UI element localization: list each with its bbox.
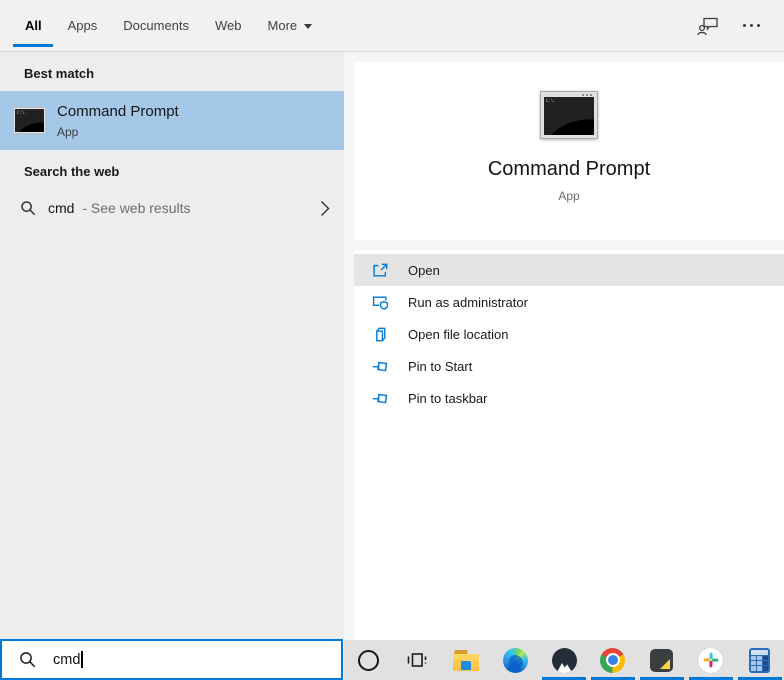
file-location-icon bbox=[372, 326, 389, 343]
more-options-button[interactable] bbox=[743, 24, 760, 27]
tab-web[interactable]: Web bbox=[215, 0, 242, 51]
tab-web-label: Web bbox=[215, 18, 242, 33]
web-query: cmd bbox=[48, 200, 74, 216]
action-file-location-label: Open file location bbox=[408, 327, 508, 342]
tab-apps-label: Apps bbox=[68, 18, 98, 33]
command-prompt-icon bbox=[13, 107, 46, 134]
action-pin-start-label: Pin to Start bbox=[408, 359, 472, 374]
filter-tabs: All Apps Documents Web More bbox=[0, 0, 312, 51]
action-pin-to-taskbar[interactable]: Pin to taskbar bbox=[354, 382, 784, 414]
search-filter-bar: All Apps Documents Web More bbox=[0, 0, 784, 52]
best-match-title: Command Prompt bbox=[57, 103, 179, 120]
best-match-text: Command Prompt App bbox=[57, 103, 179, 139]
taskbar-chrome-button[interactable] bbox=[588, 640, 637, 680]
search-icon bbox=[19, 651, 36, 668]
text-cursor bbox=[81, 651, 82, 668]
taskbar-vpn-app-button[interactable] bbox=[540, 640, 589, 680]
taskbar-notes-app-button[interactable] bbox=[637, 640, 686, 680]
slack-icon bbox=[698, 648, 723, 673]
web-result-text: cmd - See web results bbox=[48, 200, 320, 216]
pin-icon bbox=[372, 358, 389, 375]
tab-all-label: All bbox=[25, 18, 42, 33]
windows-search-flyout: All Apps Documents Web More bbox=[0, 0, 784, 680]
preview-subtitle: App bbox=[558, 189, 579, 203]
results-panel: Best match Command Prompt App Search the… bbox=[0, 52, 344, 639]
tab-documents[interactable]: Documents bbox=[123, 0, 189, 51]
search-web-header: Search the web bbox=[0, 150, 344, 179]
chevron-down-icon bbox=[304, 24, 312, 29]
command-prompt-icon bbox=[540, 91, 598, 139]
chevron-right-icon bbox=[320, 200, 330, 217]
chrome-icon bbox=[600, 648, 625, 673]
action-pin-to-start[interactable]: Pin to Start bbox=[354, 350, 784, 382]
taskbar-slack-button[interactable] bbox=[686, 640, 735, 680]
selected-tab-underline bbox=[13, 44, 53, 47]
search-input-value: cmd bbox=[53, 652, 80, 668]
tab-all[interactable]: All bbox=[25, 0, 42, 51]
taskbar-edge-button[interactable] bbox=[491, 640, 540, 680]
taskbar-task-view-button[interactable] bbox=[393, 640, 442, 680]
best-match-header: Best match bbox=[0, 52, 344, 81]
taskbar bbox=[344, 640, 784, 680]
topbar-actions bbox=[697, 16, 784, 36]
admin-shield-icon bbox=[372, 294, 389, 311]
action-open-file-location[interactable]: Open file location bbox=[354, 318, 784, 350]
preview-title: Command Prompt bbox=[488, 158, 650, 181]
best-match-subtitle: App bbox=[57, 125, 179, 139]
web-search-result[interactable]: cmd - See web results bbox=[0, 188, 344, 228]
action-run-as-administrator[interactable]: Run as administrator bbox=[354, 286, 784, 318]
pin-icon bbox=[372, 390, 389, 407]
taskbar-cortana-button[interactable] bbox=[344, 640, 393, 680]
search-icon bbox=[20, 200, 36, 216]
action-open[interactable]: Open bbox=[354, 254, 784, 286]
open-window-icon bbox=[372, 262, 389, 279]
feedback-icon bbox=[697, 16, 719, 36]
calculator-icon bbox=[749, 648, 770, 673]
cortana-icon bbox=[358, 650, 379, 671]
task-view-icon bbox=[406, 650, 428, 670]
window-buttons-decoration bbox=[590, 94, 592, 96]
tab-more-label: More bbox=[268, 18, 298, 33]
notes-app-icon bbox=[650, 649, 673, 672]
preview-panel: Command Prompt App Open bbox=[344, 52, 784, 640]
action-open-label: Open bbox=[408, 263, 440, 278]
taskbar-file-explorer-button[interactable] bbox=[442, 640, 491, 680]
edge-icon bbox=[503, 648, 528, 673]
ellipsis-icon bbox=[743, 24, 760, 27]
tab-apps[interactable]: Apps bbox=[68, 0, 98, 51]
tab-more[interactable]: More bbox=[268, 0, 313, 51]
best-match-result[interactable]: Command Prompt App bbox=[0, 91, 344, 150]
action-area: Open Run as administrator bbox=[354, 250, 784, 640]
action-list: Open Run as administrator bbox=[354, 254, 784, 414]
file-explorer-icon bbox=[453, 650, 479, 671]
search-input[interactable]: cmd bbox=[0, 639, 343, 680]
taskbar-calculator-button[interactable] bbox=[735, 640, 784, 680]
feedback-button[interactable] bbox=[697, 16, 719, 36]
tab-documents-label: Documents bbox=[123, 18, 189, 33]
action-pin-taskbar-label: Pin to taskbar bbox=[408, 391, 488, 406]
preview-card: Command Prompt App bbox=[354, 62, 784, 240]
web-suffix: - See web results bbox=[82, 200, 190, 216]
vpn-app-icon bbox=[552, 648, 577, 673]
action-run-admin-label: Run as administrator bbox=[408, 295, 528, 310]
